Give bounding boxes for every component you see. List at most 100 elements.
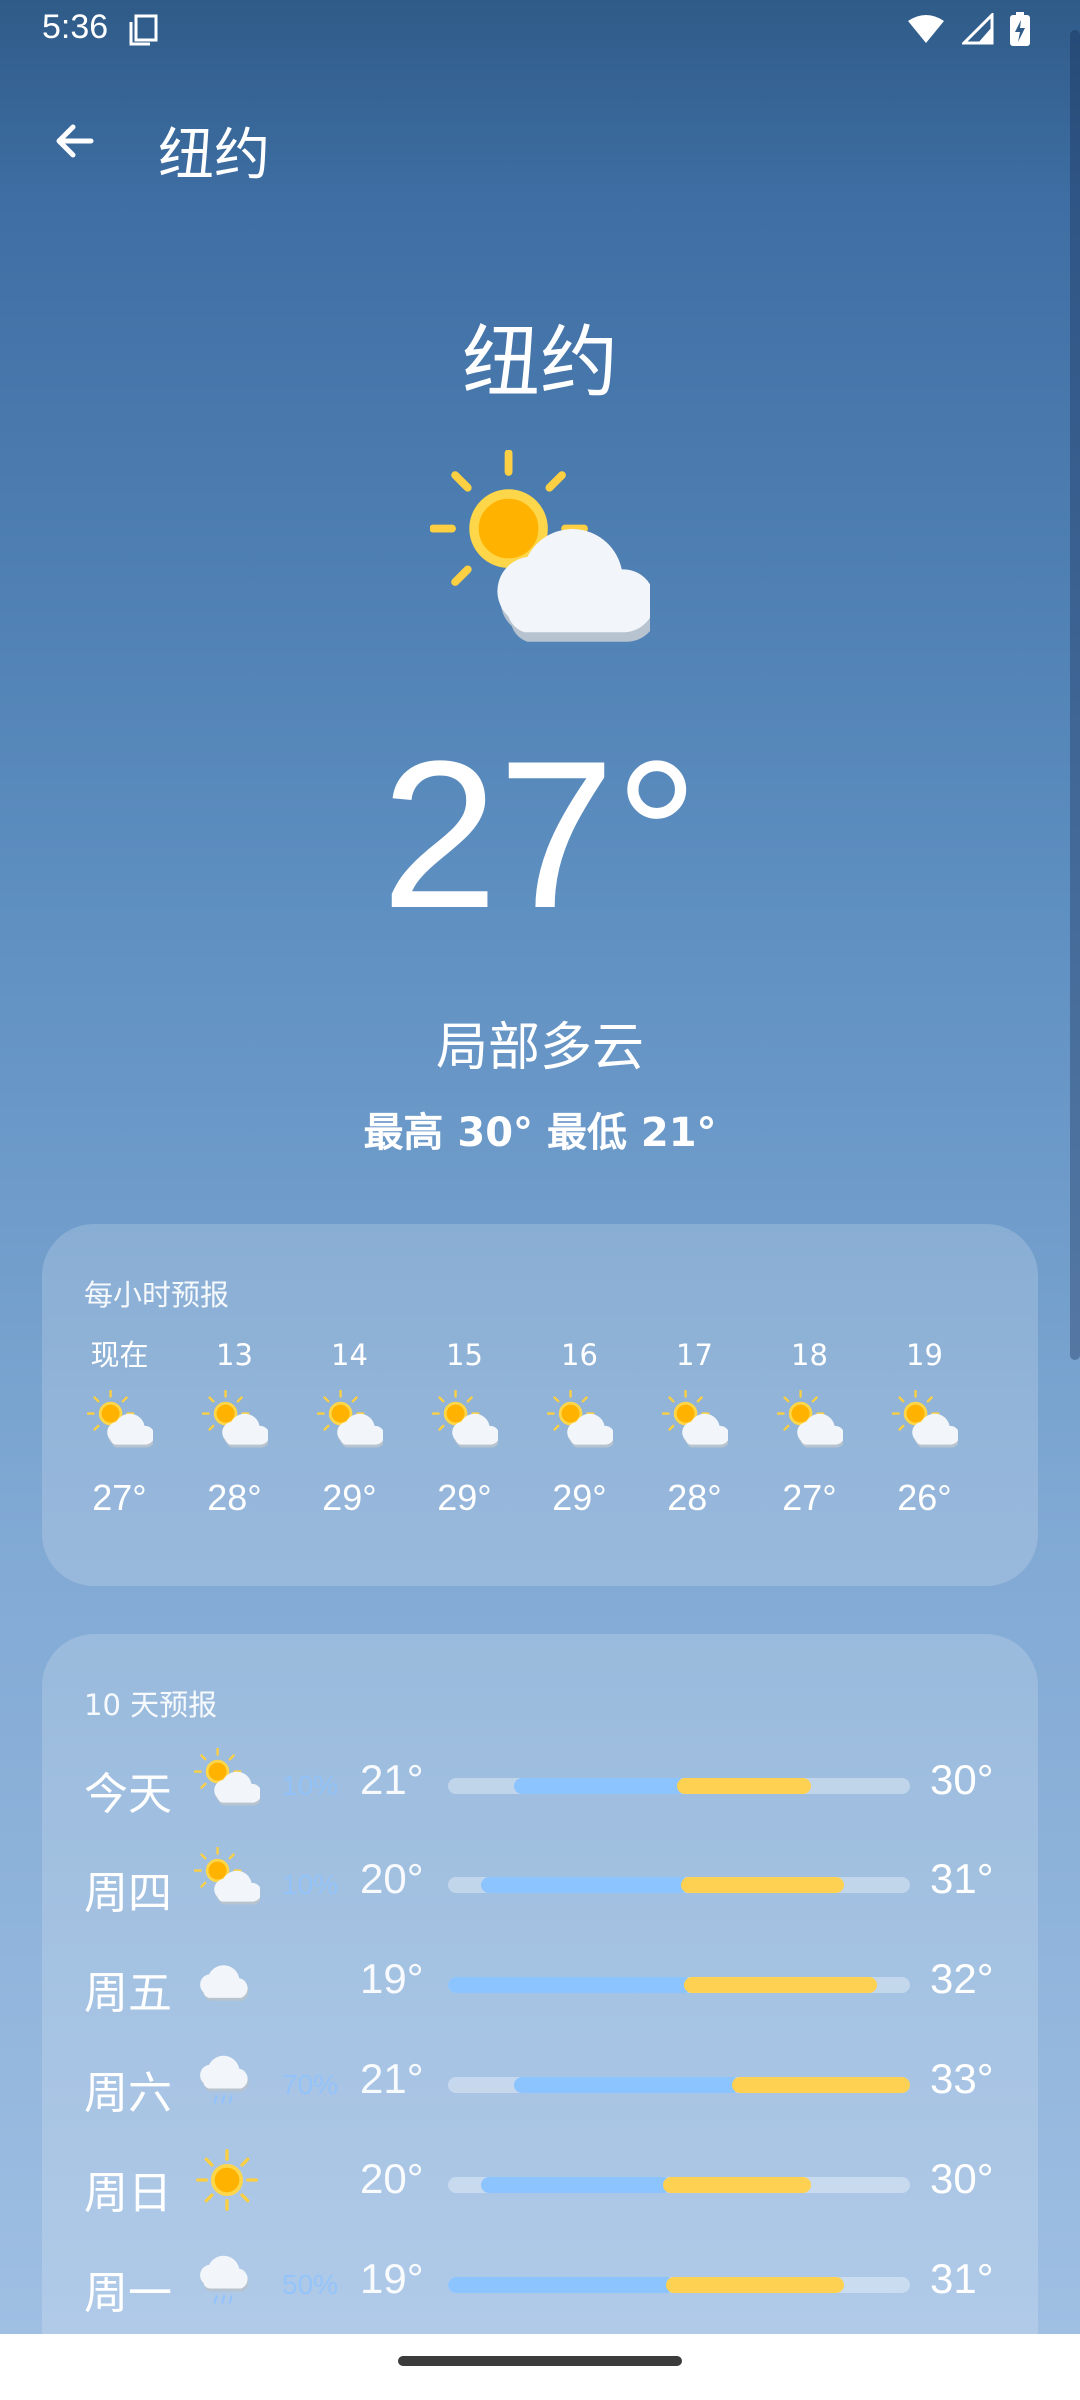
day-name: 周一 [84, 2268, 172, 2319]
temp-range-warm [731, 2077, 910, 2093]
current-temperature: 27° [381, 717, 699, 952]
day-low-temp: 19° [360, 2255, 424, 2302]
partly-cloudy-icon [194, 1748, 260, 1814]
hour-label: 13 [216, 1338, 253, 1372]
daily-forecast-card[interactable]: 10 天预报 今天 10% 21° 30° 周四 10% 20° 31° 周五 … [42, 1634, 1038, 2400]
day-row[interactable]: 周四 10% 20° 31° [42, 1833, 1038, 1933]
hourly-forecast-card[interactable]: 每小时预报 现在 27° 13 28° 14 29° 15 29° 16 29°… [42, 1224, 1038, 1586]
temp-range-bar [448, 1877, 910, 1893]
hour-temp: 29° [437, 1477, 492, 1518]
day-low-temp: 21° [360, 1756, 424, 1803]
hour-label: 16 [561, 1338, 598, 1372]
sunny-icon [194, 2147, 260, 2213]
temp-range-cool [448, 1977, 694, 1993]
temp-range-cool [448, 2277, 676, 2293]
battery-charging-icon [1010, 12, 1030, 50]
back-button[interactable] [40, 108, 110, 178]
day-row[interactable]: 今天 10% 21° 30° [42, 1734, 1038, 1834]
partly-cloudy-icon [430, 450, 650, 674]
city-name: 纽约 [461, 318, 618, 408]
partly-cloudy-icon [777, 1378, 843, 1468]
hour-temp: 27° [92, 1477, 147, 1518]
hour-label: 15 [446, 1338, 483, 1372]
temp-range-warm [677, 1778, 811, 1794]
partly-cloudy-icon [892, 1378, 958, 1468]
day-low-temp: 20° [360, 1855, 424, 1902]
status-time: 5:36 [42, 8, 109, 46]
app-bar: 纽约 [0, 90, 1080, 200]
temp-range-cool [481, 1877, 690, 1893]
day-name: 今天 [84, 1769, 172, 1820]
day-name: 周四 [84, 1868, 172, 1919]
partly-cloudy-icon [432, 1378, 498, 1468]
day-low-temp: 19° [360, 1955, 424, 2002]
day-row[interactable]: 周六 70% 21° 33° [42, 2033, 1038, 2133]
hour-item: 18 27° [752, 1332, 867, 1528]
hour-temp: 29° [322, 1477, 377, 1518]
day-row[interactable]: 周日 20° 30° [42, 2133, 1038, 2233]
home-gesture-handle[interactable] [398, 2356, 682, 2366]
temp-range-warm [665, 2277, 844, 2293]
status-icons [906, 11, 1030, 50]
temp-range-warm [683, 1977, 877, 1993]
high-low-summary: 最高 30° 最低 21° [363, 1110, 717, 1156]
partly-cloudy-icon [202, 1378, 268, 1468]
precip-chance: 10% [282, 1770, 339, 1801]
partly-cloudy-icon [194, 1847, 260, 1913]
hour-temp: 28° [207, 1477, 262, 1518]
hour-label: 17 [676, 1338, 713, 1372]
partly-cloudy-icon [547, 1378, 613, 1468]
day-low-temp: 21° [360, 2055, 424, 2102]
hour-item: 15 29° [407, 1332, 522, 1528]
rain-icon [194, 2047, 260, 2113]
arrow-back-icon [51, 117, 99, 169]
hour-temp: 26° [897, 1477, 952, 1518]
temp-range-bar [448, 2177, 910, 2193]
cloudy-icon [194, 1947, 260, 2013]
wifi-icon [906, 13, 946, 49]
temp-range-cool [514, 2077, 742, 2093]
app-title: 纽约 [158, 123, 270, 188]
screenshot-icon [128, 14, 158, 50]
temp-range-warm [662, 2177, 811, 2193]
hour-label: 19 [906, 1338, 943, 1372]
hour-item: 14 29° [292, 1332, 407, 1528]
partly-cloudy-icon [87, 1378, 153, 1468]
day-high-temp: 32° [930, 1955, 994, 2002]
day-row[interactable]: 周一 50% 19° 31° [42, 2233, 1038, 2333]
precip-chance: 50% [282, 2269, 339, 2300]
hourly-list[interactable]: 现在 27° 13 28° 14 29° 15 29° 16 29° 17 28… [62, 1332, 1018, 1528]
daily-forecast-title: 10 天预报 [84, 1688, 218, 1722]
scrollbar[interactable] [1070, 30, 1080, 1360]
day-high-temp: 31° [930, 1855, 994, 1902]
day-high-temp: 30° [930, 2155, 994, 2202]
temp-range-cool [481, 2177, 672, 2193]
day-row[interactable]: 周五 19° 32° [42, 1933, 1038, 2033]
current-condition: 局部多云 [435, 1018, 644, 1078]
hour-label: 14 [331, 1338, 368, 1372]
day-low-temp: 20° [360, 2155, 424, 2202]
day-name: 周日 [84, 2168, 172, 2219]
precip-chance: 10% [282, 1869, 339, 1900]
temp-range-bar [448, 1778, 910, 1794]
hour-item: 16 29° [522, 1332, 637, 1528]
day-high-temp: 31° [930, 2255, 994, 2302]
status-bar: 5:36 [0, 0, 1080, 62]
hour-temp: 28° [667, 1477, 722, 1518]
navigation-bar [0, 2334, 1080, 2400]
hour-item: 17 28° [637, 1332, 752, 1528]
hour-item: 13 28° [177, 1332, 292, 1528]
rain-icon [194, 2247, 260, 2313]
day-high-temp: 33° [930, 2055, 994, 2102]
hour-item: 19 26° [867, 1332, 982, 1528]
day-name: 周五 [84, 1968, 172, 2019]
temp-range-cool [514, 1778, 687, 1794]
hour-item: 现在 27° [62, 1332, 177, 1528]
precip-chance: 70% [282, 2069, 339, 2100]
day-high-temp: 30° [930, 1756, 994, 1803]
temp-range-bar [448, 2077, 910, 2093]
signal-icon [960, 11, 994, 49]
temp-range-bar [448, 2277, 910, 2293]
day-name: 周六 [84, 2068, 172, 2119]
hour-label: 现在 [90, 1338, 149, 1372]
